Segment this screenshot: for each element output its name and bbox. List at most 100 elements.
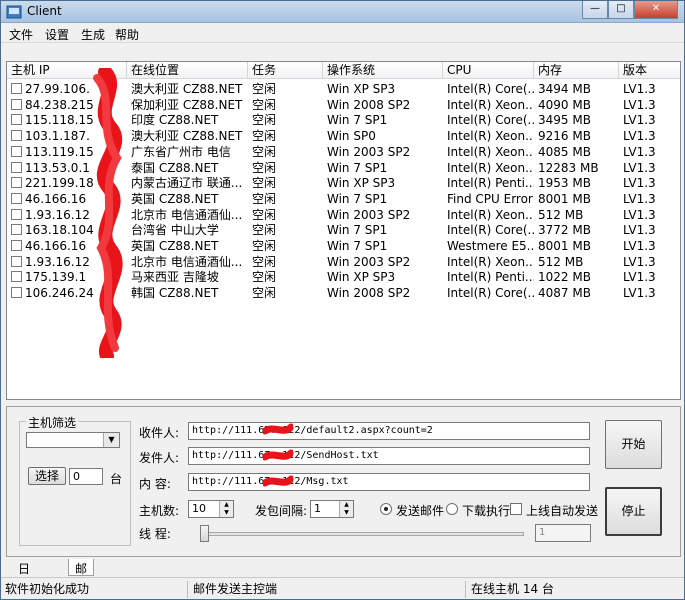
cell-location: 保加利亚 CZ88.NET [131, 97, 243, 112]
recipient-input[interactable]: http://111.67. 122/default2.aspx?count=2 [188, 422, 590, 440]
menu-settings[interactable]: 设置 [45, 26, 69, 43]
column-task[interactable]: 任务 [248, 62, 323, 79]
cell-task: 空闲 [252, 207, 277, 222]
select-button[interactable]: 选择 [28, 467, 66, 485]
cell-version: LV1.3 [623, 97, 656, 112]
cell-cpu: Intel(R) Core(... [447, 286, 534, 301]
mail-send-panel: 主机筛选 ▼ 选择 0 台 收件人: http://111.67. 122/de… [6, 406, 681, 557]
cell-cpu: Intel(R) Xeon... [447, 97, 534, 112]
stepper-arrows-icon[interactable]: ▲ ▼ [219, 501, 233, 517]
title-bar[interactable]: Client — □ ✕ [1, 1, 684, 23]
column-version[interactable]: 版本 [619, 62, 680, 79]
cell-os: Win 7 SP1 [327, 113, 388, 128]
cell-os: Win 2008 SP2 [327, 286, 411, 301]
menu-generate[interactable]: 生成 [81, 26, 105, 43]
download-exec-radio[interactable] [446, 503, 458, 515]
start-button[interactable]: 开始 [605, 420, 662, 469]
cell-task: 空闲 [252, 239, 277, 253]
host-count-stepper[interactable]: 10 ▲ ▼ [188, 500, 234, 518]
cell-task: 空闲 [252, 97, 277, 112]
sender-input[interactable]: http://111.67. 122/SendHost.txt [188, 447, 590, 465]
cell-memory: 4090 MB [538, 97, 591, 112]
auto-send-value-input[interactable]: 1 [535, 524, 591, 542]
cell-os: Win 7 SP1 [327, 223, 388, 238]
stop-button[interactable]: 停止 [605, 487, 662, 536]
window-controls: — □ ✕ [582, 1, 678, 19]
send-mail-radio[interactable] [380, 503, 392, 515]
cell-memory: 512 MB [538, 207, 584, 222]
thread-slider-track[interactable] [204, 532, 524, 536]
cell-os: Win XP SP3 [327, 270, 396, 285]
cell-version: LV1.3 [623, 207, 656, 222]
cell-version: LV1.3 [623, 239, 656, 253]
unit-label: 台 [110, 472, 123, 486]
column-cpu[interactable]: CPU [443, 62, 534, 79]
cell-os: Win XP SP3 [327, 176, 396, 191]
cell-cpu: Westmere E5... [447, 239, 534, 253]
cell-cpu: Intel(R) Xeon... [447, 254, 534, 269]
cell-os: Win 7 SP1 [327, 191, 388, 206]
cell-location: 广东省广州市 电信 [131, 144, 231, 159]
column-location[interactable]: 在线位置 [127, 62, 248, 79]
cell-task: 空闲 [252, 129, 277, 144]
cell-version: LV1.3 [623, 144, 656, 159]
cell-memory: 3495 MB [538, 113, 591, 128]
content-input[interactable]: http://111.67. 122/Msg.txt [188, 473, 590, 491]
tab-log-info[interactable]: 日志信息 [12, 559, 36, 599]
cell-memory: 4085 MB [538, 144, 591, 159]
cell-cpu: Intel(R) Xeon... [447, 129, 534, 144]
auto-send-checkbox[interactable] [510, 503, 522, 515]
close-button[interactable]: ✕ [634, 1, 678, 19]
host-list[interactable]: 主机 IP 在线位置 任务 操作系统 CPU 内存 版本 27.99.106. 澳… [6, 61, 681, 400]
interval-stepper[interactable]: 1 ▲ ▼ [310, 500, 354, 518]
cell-location: 印度 CZ88.NET [131, 113, 219, 128]
cell-location: 泰国 CZ88.NET [131, 160, 219, 175]
cell-os: Win 2003 SP2 [327, 254, 411, 269]
menu-file[interactable]: 文件 [9, 26, 33, 43]
stepper-arrows-icon[interactable]: ▲ ▼ [339, 501, 353, 517]
select-count-input[interactable]: 0 [69, 468, 103, 485]
cell-task: 空闲 [252, 254, 277, 269]
cell-memory: 1953 MB [538, 176, 591, 191]
cell-version: LV1.3 [623, 160, 656, 175]
cell-task: 空闲 [252, 113, 277, 128]
cell-cpu: Intel(R) Core(... [447, 223, 534, 238]
status-init: 软件初始化成功 [1, 581, 188, 598]
cell-version: LV1.3 [623, 270, 656, 285]
redaction-marks [263, 423, 293, 487]
maximize-button[interactable]: □ [608, 1, 634, 19]
cell-location: 英国 CZ88.NET [131, 239, 219, 253]
cell-version: LV1.3 [623, 286, 656, 301]
cell-memory: 1022 MB [538, 270, 591, 285]
sender-label: 发件人: [139, 451, 180, 465]
interval-value: 1 [314, 502, 321, 515]
menu-bar: 文件 设置 生成 帮助 [1, 23, 684, 43]
menu-help[interactable]: 帮助 [115, 26, 139, 43]
window-title: Client [27, 4, 62, 18]
thread-label: 线 程: [139, 527, 171, 541]
cell-location: 北京市 电信通酒仙... [131, 254, 243, 269]
cell-task: 空闲 [252, 82, 277, 96]
cell-os: Win SP0 [327, 129, 376, 144]
cell-cpu: Intel(R) Penti... [447, 176, 534, 191]
client-window: Client — □ ✕ 文件 设置 生成 帮助 主机 IP 在线位置 任务 操… [0, 0, 685, 600]
cell-cpu: Intel(R) Core(... [447, 113, 534, 128]
minimize-button[interactable]: — [582, 1, 608, 19]
thread-slider-thumb[interactable] [200, 525, 209, 542]
cell-cpu: Intel(R) Xeon... [447, 207, 534, 222]
column-os[interactable]: 操作系统 [323, 62, 443, 79]
cell-version: LV1.3 [623, 82, 656, 96]
cell-cpu: Intel(R) Xeon... [447, 144, 534, 159]
send-mail-label: 发送邮件 [396, 504, 445, 518]
cell-task: 空闲 [252, 144, 277, 159]
redaction-scribble [93, 68, 123, 358]
tab-mail-send[interactable]: 邮件发送 [68, 559, 95, 599]
host-filter-dropdown[interactable]: ▼ [26, 432, 120, 448]
host-filter-group: 主机筛选 ▼ 选择 0 台 [19, 414, 131, 546]
chevron-down-icon[interactable]: ▼ [103, 433, 119, 447]
cell-memory: 8001 MB [538, 191, 591, 206]
cell-os: Win XP SP3 [327, 82, 396, 96]
cell-memory: 512 MB [538, 254, 584, 269]
status-mode: 邮件发送主控端 [189, 581, 466, 598]
column-memory[interactable]: 内存 [534, 62, 619, 79]
